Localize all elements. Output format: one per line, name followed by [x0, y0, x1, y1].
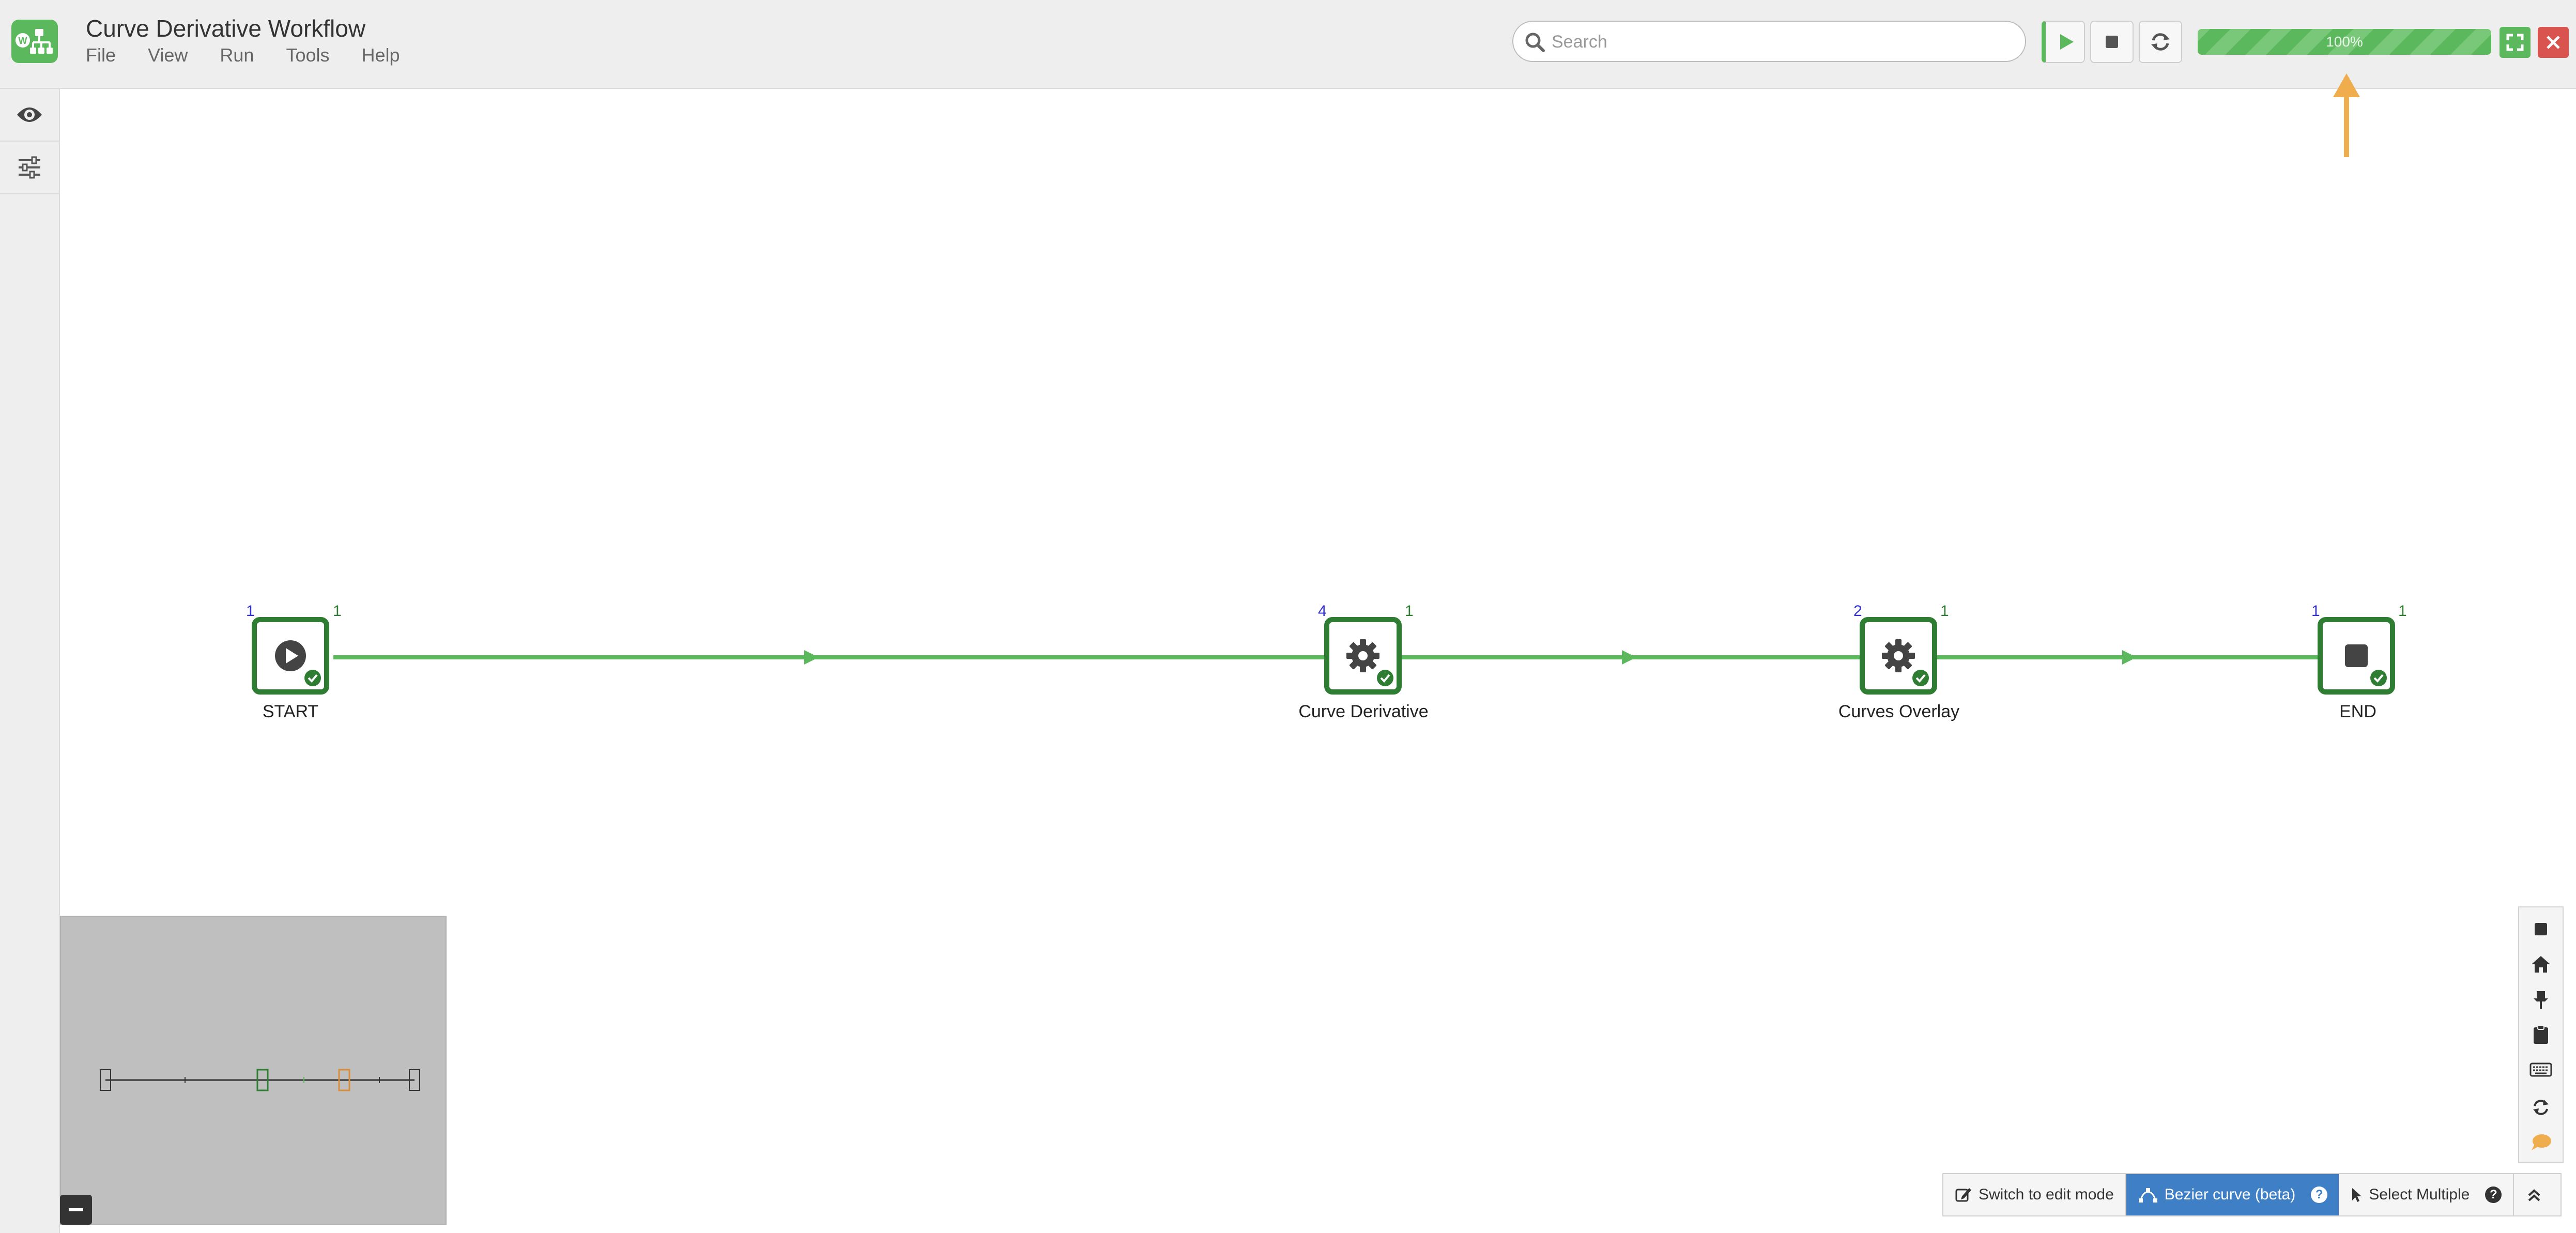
close-button[interactable] [2538, 27, 2569, 58]
square-icon [2535, 923, 2547, 935]
eye-icon [17, 107, 42, 122]
edge-arrow-3 [2122, 650, 2137, 665]
comment-icon [2532, 1134, 2551, 1150]
menu-help[interactable]: Help [362, 44, 400, 66]
bezier-help-icon[interactable]: ? [2311, 1186, 2328, 1203]
menu-file[interactable]: File [86, 44, 116, 66]
close-icon [2547, 36, 2560, 49]
bezier-curve-label: Bezier curve (beta) [2164, 1186, 2296, 1203]
select-multiple-label: Select Multiple [2369, 1186, 2470, 1203]
node-label-curves-overlay: Curves Overlay [1838, 702, 1960, 721]
svg-text:W: W [19, 36, 27, 46]
cursor-icon [2352, 1188, 2362, 1202]
port-in-count: 2 [1853, 603, 1862, 620]
reload-button[interactable] [2519, 1089, 2563, 1124]
minimap-preview [100, 1069, 420, 1091]
pin-button[interactable] [2519, 982, 2563, 1017]
double-chevron-up-icon [2528, 1189, 2540, 1201]
node-label-end: END [2339, 702, 2376, 721]
refresh-icon [2533, 1100, 2549, 1115]
pin-icon [2534, 991, 2548, 1009]
progress-label: 100% [2326, 34, 2363, 50]
edit-icon [1955, 1188, 1971, 1202]
edit-mode-button[interactable]: Switch to edit mode [1943, 1174, 2126, 1215]
port-out-count: 1 [333, 603, 342, 620]
port-out-count: 1 [1405, 603, 1414, 620]
menu-tools[interactable]: Tools [286, 44, 329, 66]
clipboard-icon [2534, 1025, 2548, 1044]
node-curves-overlay[interactable] [1860, 617, 1937, 695]
sidebar-settings-button[interactable] [0, 142, 59, 194]
progress-bar: 100% [2198, 29, 2491, 55]
fit-view-button[interactable] [2519, 912, 2563, 947]
node-label-start: START [262, 702, 319, 721]
stop-button[interactable] [2090, 21, 2134, 63]
check-circle-icon [1377, 670, 1393, 686]
minus-icon [69, 1208, 83, 1211]
node-curve-derivative[interactable] [1324, 617, 1402, 695]
play-icon [2060, 34, 2074, 50]
search-box [1512, 21, 2026, 62]
port-in-count: 1 [246, 603, 255, 620]
clipboard-button[interactable] [2519, 1017, 2563, 1052]
port-out-count: 1 [1940, 603, 1949, 620]
edge-arrow-2 [1622, 650, 1636, 665]
edit-mode-label: Switch to edit mode [1979, 1186, 2114, 1203]
port-in-count: 4 [1318, 603, 1327, 620]
edge-arrow-1 [804, 650, 819, 665]
sidebar-view-button[interactable] [0, 89, 59, 142]
app-logo: W [11, 20, 58, 63]
search-input[interactable] [1551, 27, 2007, 57]
maximize-icon [2506, 34, 2524, 51]
node-label-curve-derivative: Curve Derivative [1298, 702, 1429, 721]
expand-toolbar-button[interactable] [2514, 1174, 2560, 1215]
app-title: Curve Derivative Workflow [86, 15, 366, 42]
stop-icon [2106, 36, 2118, 48]
node-end[interactable] [2318, 617, 2395, 695]
menu-view[interactable]: View [148, 44, 188, 66]
keyboard-button[interactable] [2519, 1052, 2563, 1087]
refresh-icon [2151, 33, 2170, 51]
home-icon [2532, 956, 2550, 973]
maximize-button[interactable] [2500, 27, 2531, 58]
node-start[interactable] [252, 617, 329, 695]
port-out-count: 1 [2398, 603, 2407, 620]
canvas-tools-toolbar [2518, 906, 2564, 1163]
search-icon [1525, 33, 1545, 52]
run-button[interactable] [2042, 21, 2085, 63]
home-button[interactable] [2519, 947, 2563, 982]
comment-button[interactable] [2519, 1124, 2563, 1160]
port-in-count: 1 [2311, 603, 2320, 620]
bezier-curve-icon [2138, 1188, 2157, 1203]
left-sidebar [0, 89, 60, 1233]
bottom-toolbar: Switch to edit mode Bezier curve (beta) … [1942, 1173, 2562, 1216]
check-circle-icon [304, 670, 321, 686]
refresh-button[interactable] [2139, 21, 2182, 63]
app-header: W Curve Derivative Workflow File View Ru… [0, 0, 2576, 89]
sliders-icon [19, 156, 40, 179]
select-multiple-button[interactable]: Select Multiple ? [2339, 1174, 2514, 1215]
menu-bar: File View Run Tools Help [86, 44, 432, 66]
minimap-collapse-button[interactable] [60, 1195, 92, 1225]
menu-run[interactable]: Run [220, 44, 254, 66]
check-circle-icon [2370, 670, 2387, 686]
minimap[interactable] [60, 916, 447, 1225]
check-circle-icon [1912, 670, 1929, 686]
keyboard-icon [2529, 1062, 2552, 1077]
bezier-curve-toggle[interactable]: Bezier curve (beta) ? [2126, 1174, 2339, 1215]
select-multiple-help-icon[interactable]: ? [2485, 1186, 2502, 1203]
